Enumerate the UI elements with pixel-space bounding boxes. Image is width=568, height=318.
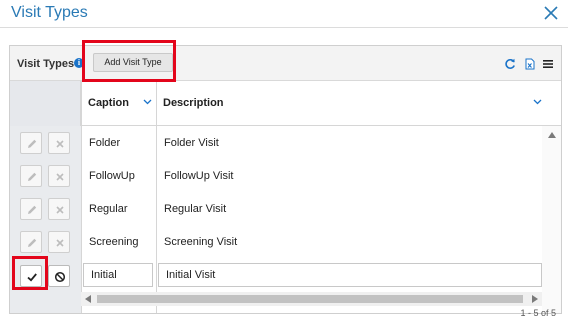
cell-description[interactable]: Folder Visit xyxy=(164,127,219,160)
caption-input[interactable] xyxy=(83,263,153,287)
edit-row-button[interactable] xyxy=(20,198,42,220)
delete-row-button[interactable] xyxy=(48,231,70,253)
close-icon xyxy=(56,206,64,214)
checkmark-icon xyxy=(27,273,37,282)
chevron-down-icon[interactable] xyxy=(533,99,542,105)
pencil-icon xyxy=(28,139,37,148)
cancel-icon xyxy=(54,271,66,283)
cell-description[interactable]: FollowUp Visit xyxy=(164,160,234,193)
pencil-icon xyxy=(28,238,37,247)
cell-caption[interactable]: Folder xyxy=(89,127,120,160)
visit-types-grid: Caption Description Folder Folder Visit xyxy=(10,81,561,313)
horizontal-scrollbar[interactable] xyxy=(81,292,542,306)
cell-caption[interactable]: Regular xyxy=(89,193,128,226)
scroll-right-arrow-icon[interactable] xyxy=(532,295,538,303)
cell-description[interactable]: Screening Visit xyxy=(164,226,237,259)
description-input[interactable] xyxy=(158,263,542,287)
close-icon[interactable] xyxy=(542,4,560,22)
scrollbar-thumb[interactable] xyxy=(97,295,523,303)
header-select-cell xyxy=(10,81,81,126)
delete-row-button[interactable] xyxy=(48,132,70,154)
dialog-header: Visit Types xyxy=(0,0,568,28)
info-icon[interactable]: i xyxy=(74,58,84,68)
toolbar-label: Visit Types xyxy=(17,58,75,70)
edit-row-button[interactable] xyxy=(20,165,42,187)
chevron-down-icon[interactable] xyxy=(143,99,152,105)
close-icon xyxy=(56,140,64,148)
visit-types-dialog: Visit Types Visit Types i Add Visit Type xyxy=(0,0,568,318)
cell-caption[interactable]: FollowUp xyxy=(89,160,135,193)
refresh-icon[interactable] xyxy=(504,58,516,70)
table-row: Screening Screening Visit xyxy=(10,226,542,259)
pencil-icon xyxy=(28,205,37,214)
column-header-description[interactable]: Description xyxy=(156,81,542,126)
cell-description[interactable]: Regular Visit xyxy=(164,193,226,226)
edit-row-button[interactable] xyxy=(20,132,42,154)
delete-row-button[interactable] xyxy=(48,165,70,187)
grid-toolbar: Visit Types i Add Visit Type xyxy=(10,46,561,81)
delete-row-button[interactable] xyxy=(48,198,70,220)
scroll-left-arrow-icon[interactable] xyxy=(85,295,91,303)
table-row-editing xyxy=(10,259,542,292)
add-visit-type-button[interactable]: Add Visit Type xyxy=(93,53,173,72)
edit-row-button[interactable] xyxy=(20,231,42,253)
cell-caption[interactable]: Screening xyxy=(89,226,139,259)
menu-icon[interactable] xyxy=(542,58,554,70)
export-excel-icon[interactable] xyxy=(524,58,536,70)
table-row: FollowUp FollowUp Visit xyxy=(10,160,542,193)
scroll-up-arrow-icon[interactable] xyxy=(548,132,556,138)
pencil-icon xyxy=(28,172,37,181)
save-row-button[interactable] xyxy=(20,265,42,287)
vertical-scrollbar[interactable] xyxy=(542,126,561,313)
pager-info: 1 - 5 of 5 xyxy=(520,308,556,318)
table-row: Folder Folder Visit xyxy=(10,127,542,160)
cancel-row-button[interactable] xyxy=(48,265,70,287)
close-icon xyxy=(56,239,64,247)
visit-types-panel: Visit Types i Add Visit Type Caption Des… xyxy=(9,45,562,314)
table-row: Regular Regular Visit xyxy=(10,193,542,226)
dialog-title: Visit Types xyxy=(11,4,88,21)
close-icon xyxy=(56,173,64,181)
grid-header: Caption Description xyxy=(10,81,561,126)
